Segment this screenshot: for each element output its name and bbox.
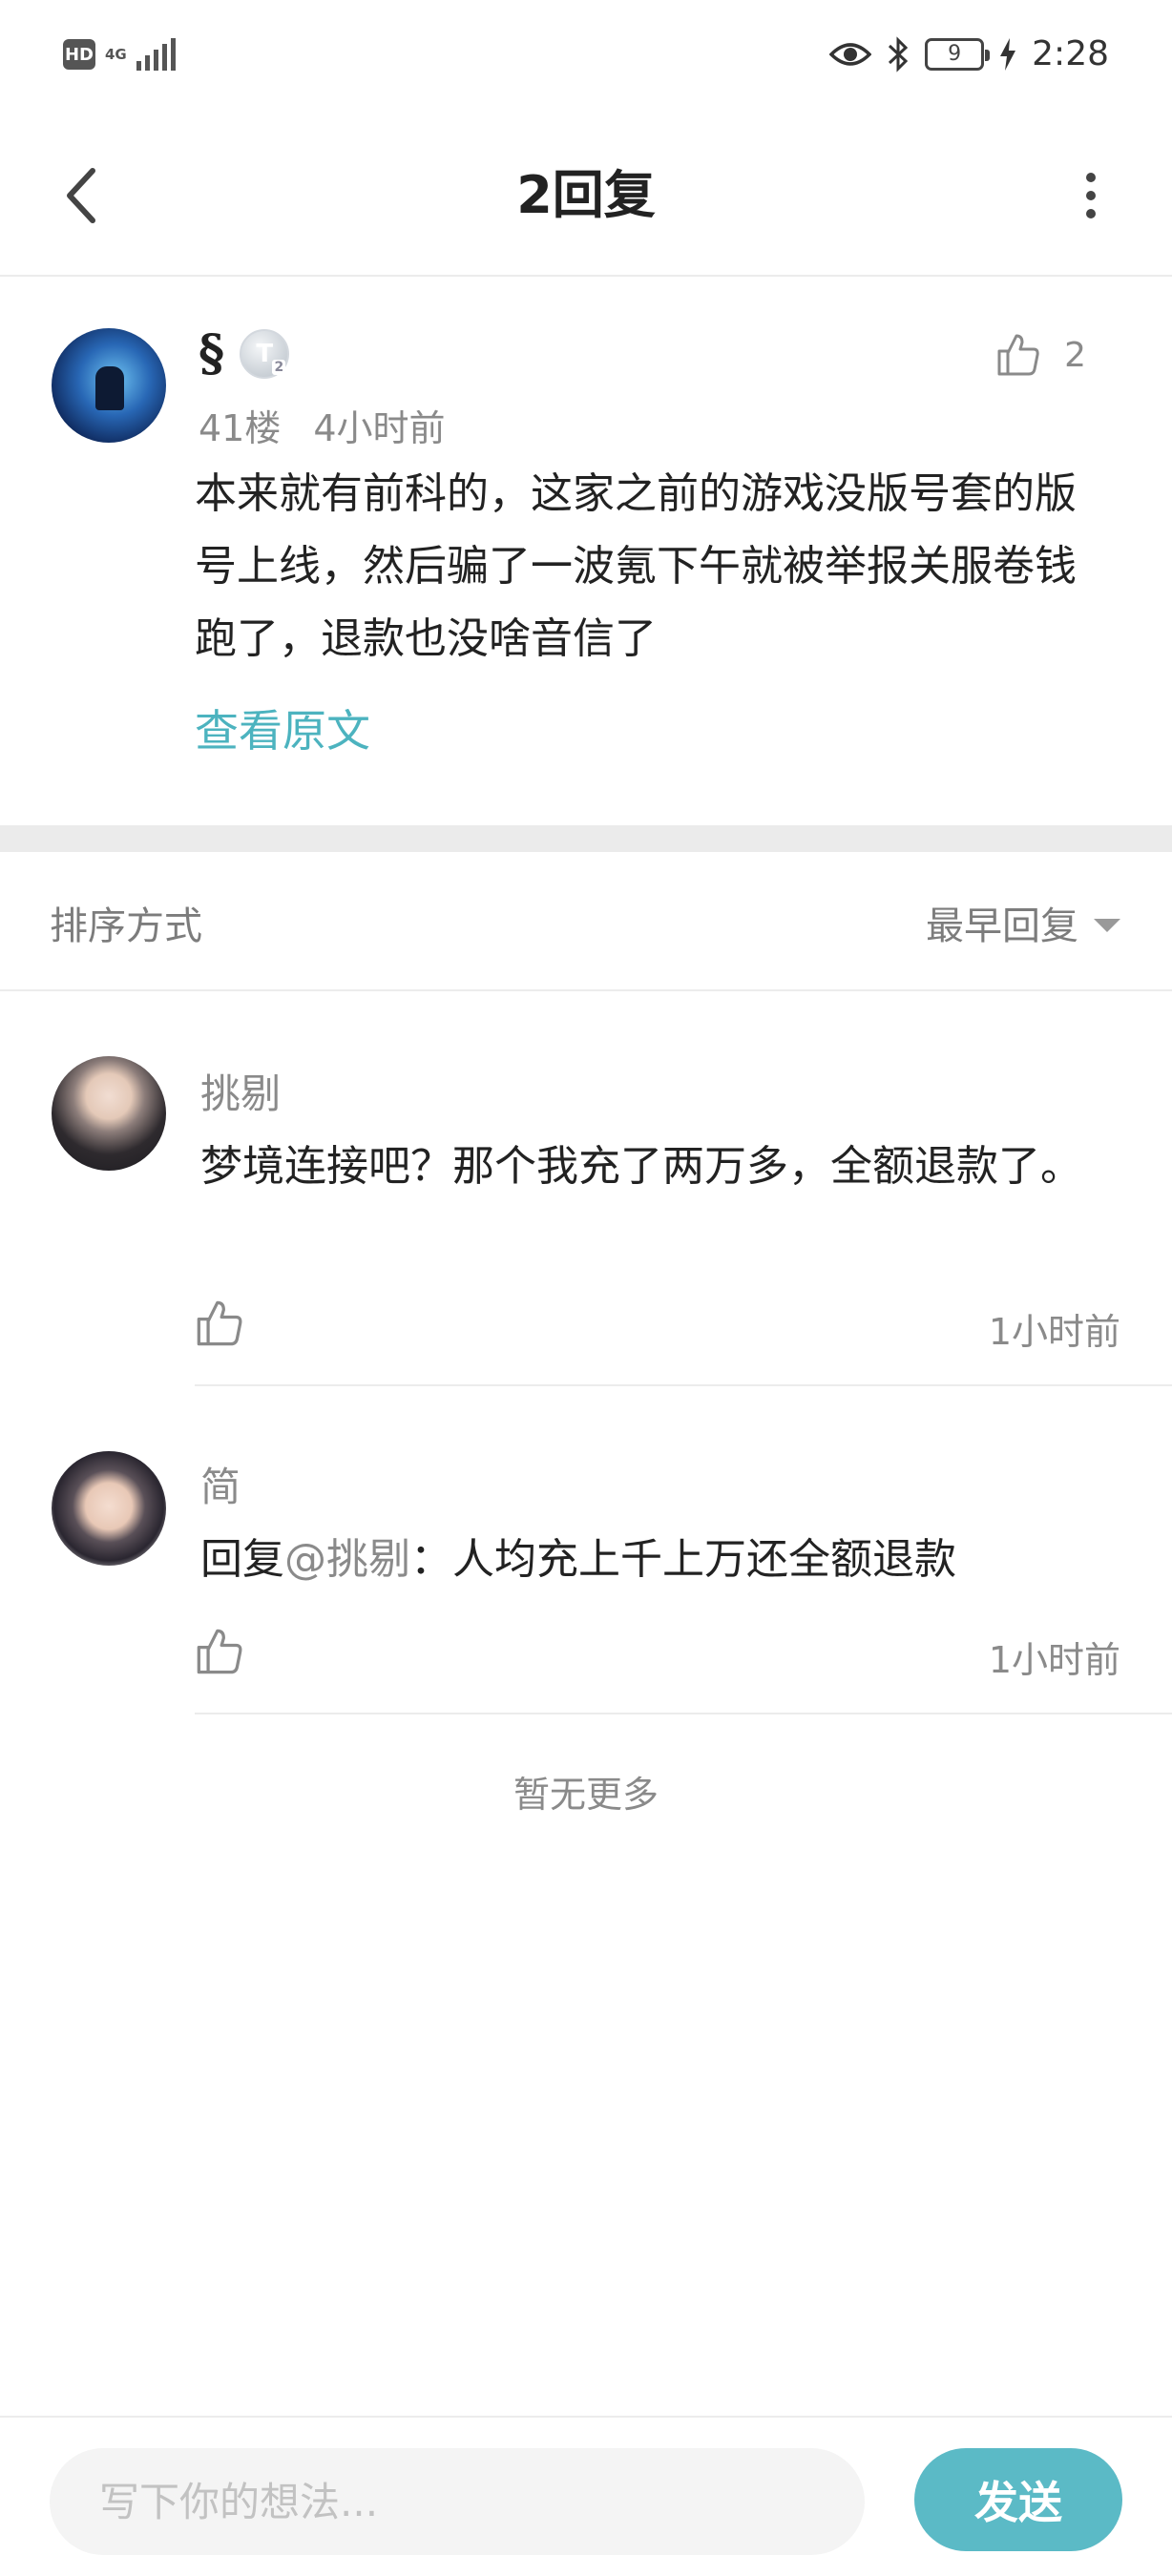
sort-dropdown[interactable]: 最早回复 [926, 895, 1120, 950]
level-badge-icon: T 2 [240, 328, 290, 379]
more-options-button[interactable] [1048, 153, 1134, 239]
thumbs-up-icon [197, 1629, 242, 1674]
reply-username[interactable]: 简 [200, 1455, 241, 1513]
post-floor: 41楼 [199, 407, 282, 449]
caret-down-icon [1094, 919, 1120, 932]
reply-time: 1小时前 [988, 1311, 1120, 1353]
view-original-link[interactable]: 查看原文 [195, 696, 370, 759]
sort-label: 排序方式 [50, 904, 202, 948]
sort-bar: 排序方式 最早回复 [0, 852, 1172, 991]
signal-icon [136, 38, 176, 71]
post-meta: 41楼 4小时前 [199, 399, 446, 451]
reply-avatar[interactable] [52, 1056, 166, 1171]
post-time: 4小时前 [313, 407, 446, 449]
clock-time: 2:28 [1032, 34, 1109, 73]
reply-like-button[interactable] [195, 1627, 248, 1680]
reply-text: ：人均充上千上万还全额退款 [410, 1535, 956, 1584]
more-vertical-icon [1086, 173, 1096, 182]
thumbs-up-icon [997, 334, 1039, 376]
charging-icon [1000, 37, 1016, 71]
main-post: § T 2 2 41楼 4小时前 本来就有前科的，这家之前的游戏没版号套的版号上… [0, 277, 1172, 825]
page-title: 2回复 [516, 165, 656, 225]
eye-icon [829, 42, 872, 66]
status-left: HD 4G [63, 38, 176, 71]
post-like-count: 2 [1064, 335, 1086, 375]
reply-content: 回复@挑剔：人均充上千上万还全额退款 [200, 1526, 1088, 1594]
comment-input[interactable] [50, 2448, 865, 2555]
post-avatar[interactable] [52, 328, 166, 443]
thumbs-up-icon [197, 1300, 242, 1346]
send-button[interactable]: 发送 [914, 2448, 1122, 2551]
battery-icon: 9 [925, 37, 991, 71]
post-user: § T 2 [199, 324, 290, 383]
network-type: 4G [105, 45, 127, 63]
composer-bar: 发送 [0, 2416, 1172, 2576]
reply-avatar[interactable] [52, 1451, 166, 1566]
reply-mention-link[interactable]: @挑剔 [284, 1535, 410, 1584]
post-content: 本来就有前科的，这家之前的游戏没版号套的版号上线，然后骗了一波氪下午就被举报关服… [195, 469, 1077, 663]
reply-time: 1小时前 [988, 1639, 1120, 1681]
app-header: 2回复 [0, 114, 1172, 277]
reply-like-button[interactable] [195, 1298, 248, 1352]
post-like-button[interactable]: 2 [995, 332, 1086, 378]
status-right: 9 2:28 [829, 34, 1109, 73]
section-divider [0, 825, 1172, 852]
no-more-label: 暂无更多 [513, 1774, 659, 1816]
reply-content: 梦境连接吧？那个我充了两万多，全额退款了。 [200, 1142, 1082, 1191]
reply-username[interactable]: 挑剔 [200, 1062, 281, 1120]
reply-prefix: 回复 [200, 1535, 284, 1584]
hd-icon: HD [63, 39, 95, 70]
post-username[interactable]: § [199, 324, 224, 383]
status-bar: HD 4G 9 2:28 [0, 0, 1172, 114]
reply-item: 挑剔 梦境连接吧？那个我充了两万多，全额退款了。 1小时前 [0, 991, 1172, 1386]
reply-divider [195, 1713, 1172, 1714]
bluetooth-icon [889, 35, 909, 73]
reply-item: 简 回复@挑剔：人均充上千上万还全额退款 1小时前 [0, 1386, 1172, 1714]
sort-selected: 最早回复 [926, 904, 1078, 948]
